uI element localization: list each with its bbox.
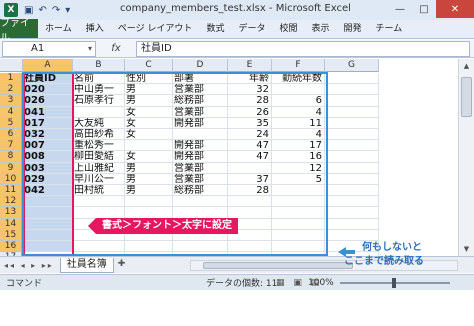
row-header-7[interactable]: 7 [0,140,22,152]
row-header-14[interactable]: 14 [0,218,22,230]
cell-g11[interactable] [325,185,379,197]
scroll-thumb[interactable] [461,77,472,117]
tab-data[interactable]: データ [231,21,272,38]
row-header-16[interactable]: 16 [0,241,22,253]
ribbon-tabs: ファイル ホーム 挿入 ページ レイアウト 数式 データ 校閲 表示 開発 チー… [0,18,474,44]
status-mode: コマンド [6,279,43,289]
cell-g10[interactable] [325,173,379,185]
bold-instruction-label: 書式＞フォント＞太字に設定 [88,218,238,234]
row-header-3[interactable]: 3 [0,95,22,107]
column-header-f[interactable]: F [272,59,325,72]
row-header-13[interactable]: 13 [0,207,22,219]
tab-insert[interactable]: 挿入 [79,21,111,38]
cell-g2[interactable] [325,84,379,96]
cell-g15[interactable] [325,229,379,241]
redo-icon[interactable]: ↷ [52,5,60,16]
tab-review[interactable]: 校閲 [272,21,304,38]
cell-g7[interactable] [325,140,379,152]
customize-icon[interactable]: ▾ [65,5,70,16]
tab-team[interactable]: チーム [369,21,410,38]
window-title: company_members_test.xlsx - Microsoft Ex… [120,3,351,14]
sheet-tab-active[interactable]: 社員名簿 [59,257,114,273]
hscroll-thumb[interactable] [203,262,353,269]
formula-input[interactable]: 社員ID [136,40,470,57]
row-header-6[interactable]: 6 [0,129,22,141]
column-header-d[interactable]: D [173,59,228,72]
column-header-a[interactable]: A [23,59,73,72]
cell-g6[interactable] [325,129,379,141]
row-header-8[interactable]: 8 [0,151,22,163]
row-header-5[interactable]: 5 [0,117,22,129]
cell-g4[interactable] [325,106,379,118]
zoom-slider[interactable] [340,278,450,288]
cell-g8[interactable] [325,151,379,163]
cell-g1[interactable] [325,73,379,85]
status-bar: コマンド データの個数: 11 ▦ ▣ ▤ 100% [0,274,474,290]
row-header-10[interactable]: 10 [0,173,22,185]
cell-g5[interactable] [325,117,379,129]
close-button[interactable]: ✕ [436,0,474,18]
tab-home[interactable]: ホーム [38,21,79,38]
row-header-1[interactable]: 1 [0,73,22,85]
row-header-12[interactable]: 12 [0,196,22,208]
column-header-e[interactable]: E [228,59,272,72]
arrow-left-icon [338,247,355,257]
undo-icon[interactable]: ↶ [38,5,46,16]
vertical-scrollbar[interactable]: ▲ ▼ [458,59,474,256]
zoom-slider-knob[interactable] [392,278,396,288]
zoom-level[interactable]: 100% [308,278,334,288]
scroll-down-icon[interactable]: ▼ [459,242,474,256]
window-controls: — □ ✕ [388,0,474,18]
minimize-button[interactable]: — [388,0,412,18]
tab-file[interactable]: ファイル [0,18,38,44]
tab-view[interactable]: 表示 [304,21,336,38]
read-range-label-line1: 何もしないと [362,242,422,253]
chevron-down-icon[interactable]: ▾ [88,42,92,56]
sheet-nav-icons[interactable]: ◂◂ ◂ ▸ ▸▸ [4,261,54,270]
cell-g12[interactable] [325,196,379,208]
row-header-15[interactable]: 15 [0,229,22,241]
name-box-value: A1 [31,42,45,54]
fx-icon[interactable]: fx [96,43,136,54]
select-all-corner[interactable] [0,59,23,72]
cell-g13[interactable] [325,207,379,219]
row-header-4[interactable]: 4 [0,106,22,118]
cell-g9[interactable] [325,162,379,174]
scroll-up-icon[interactable]: ▲ [459,59,474,73]
title-bar: X ▣ ↶ ↷ ▾ company_members_test.xlsx - Mi… [0,0,474,20]
cell-g14[interactable] [325,218,379,230]
bottom-area [0,290,474,326]
read-range-label-line2: ここまで読み取る [344,256,424,267]
tab-developer[interactable]: 開発 [337,21,369,38]
tab-formulas[interactable]: 数式 [199,21,231,38]
tab-page-layout[interactable]: ページ レイアウト [111,21,200,38]
cell-g3[interactable] [325,95,379,107]
maximize-button[interactable]: □ [412,0,436,18]
status-count: データの個数: 11 [206,279,278,289]
new-sheet-icon[interactable]: ✚ [118,259,134,272]
column-header-g[interactable]: G [325,59,379,72]
formula-bar: A1 ▾ fx 社員ID [0,40,474,58]
row-header-9[interactable]: 9 [0,162,22,174]
row-header-11[interactable]: 11 [0,185,22,197]
column-header-b[interactable]: B [73,59,125,72]
name-box[interactable]: A1 ▾ [2,40,96,57]
row-header-2[interactable]: 2 [0,84,22,96]
column-header-c[interactable]: C [125,59,173,72]
